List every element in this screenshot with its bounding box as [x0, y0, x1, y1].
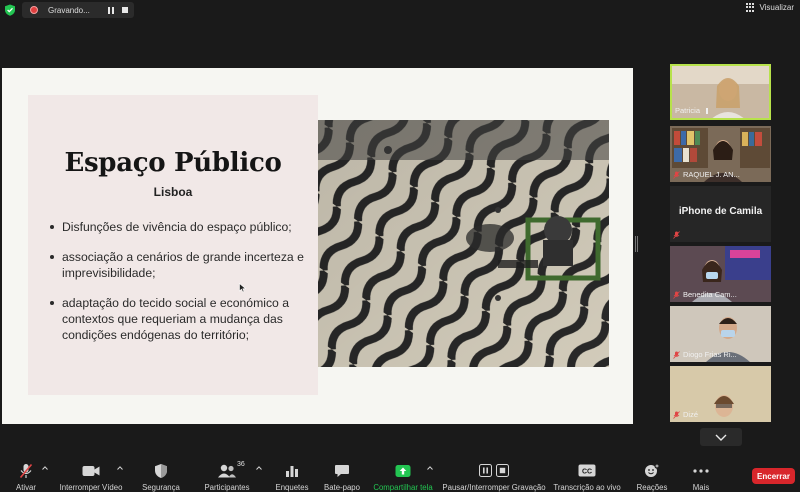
pause-icon [108, 6, 114, 14]
recording-indicator: Gravando... [22, 2, 134, 18]
participant-name: Patricia [675, 106, 711, 115]
participants-icon [218, 464, 236, 477]
mic-muted-icon [673, 290, 680, 299]
stop-icon [496, 464, 509, 477]
top-bar: Gravando... Visualizar [0, 0, 800, 20]
stop-video-button[interactable]: Interromper Vídeo [56, 456, 126, 492]
closed-caption-icon: CC [578, 464, 596, 477]
participant-tile-iphone-camila[interactable]: iPhone de Camila [670, 186, 771, 242]
reactions-button[interactable]: Reações [632, 456, 672, 492]
calcada-pattern-image [318, 120, 609, 367]
slide-title: Espaço Público [64, 148, 282, 178]
share-screen-button[interactable]: Compartilhar tela [370, 456, 436, 492]
mouse-cursor-icon [239, 283, 247, 293]
participant-tile-patricia[interactable]: Patricia [670, 64, 771, 120]
poll-chart-icon [286, 465, 298, 477]
grid-view-icon [746, 3, 755, 12]
mic-muted-icon [673, 170, 680, 179]
reactions-label: Reações [636, 483, 668, 492]
bullet-item: Disfunções de vivência do espaço público… [50, 219, 310, 235]
chevron-up-icon[interactable] [427, 466, 433, 470]
participant-name: Diogo Frias Ri... [673, 350, 737, 359]
smiley-icon [645, 463, 660, 477]
chat-label: Bate-papo [324, 483, 360, 492]
mic-muted-icon [673, 410, 680, 419]
audio-level-icon [706, 107, 709, 114]
participant-tile-diogo[interactable]: Diogo Frias Ri... [670, 306, 771, 362]
slide-photo-calcada [318, 120, 609, 367]
pause-stop-recording-label: Pausar/Interromper Gravação [442, 483, 546, 492]
share-screen-label: Compartilhar tela [373, 483, 433, 492]
end-meeting-button[interactable]: Encerrar [752, 468, 795, 484]
splitter-handle[interactable] [635, 236, 638, 252]
mic-muted-icon [673, 231, 680, 239]
participants-count: 36 [237, 461, 245, 468]
polls-button[interactable]: Enquetes [272, 456, 312, 492]
participants-button[interactable]: Participantes [200, 456, 254, 492]
unmute-button[interactable]: Ativar [10, 456, 42, 492]
more-label: Mais [692, 483, 710, 492]
participant-tile-dize[interactable]: Dizé [670, 366, 771, 422]
shield-icon[interactable] [4, 4, 16, 16]
stop-recording-button[interactable] [118, 4, 132, 16]
bullet-item: adaptação do tecido social e económico a… [50, 295, 310, 343]
recording-dot-icon [30, 6, 38, 14]
participant-tile-benedita[interactable]: Benedita Cam... [670, 246, 771, 302]
more-dots-icon [693, 468, 709, 473]
more-button[interactable]: Mais [684, 456, 718, 492]
cc-text: CC [582, 468, 592, 475]
chevron-up-icon[interactable] [256, 466, 262, 470]
polls-label: Enquetes [275, 483, 309, 492]
pause-stop-recording-button[interactable]: Pausar/Interromper Gravação [440, 456, 548, 492]
video-camera-icon [82, 465, 100, 476]
view-button[interactable]: Visualizar [746, 3, 794, 12]
unmute-label: Ativar [16, 483, 36, 492]
live-transcript-button[interactable]: CC Transcrição ao vivo [552, 456, 622, 492]
mic-muted-icon [673, 350, 680, 359]
stop-video-label: Interromper Vídeo [59, 483, 123, 492]
participant-tile-raquel[interactable]: RAQUEL J. AN... [670, 126, 771, 182]
participants-label: Participantes [204, 483, 250, 492]
slide-text-panel: Espaço Público Lisboa Disfunções de vivê… [28, 95, 318, 395]
slide-bullets: Disfunções de vivência do espaço público… [50, 219, 310, 357]
live-transcript-label: Transcrição ao vivo [553, 483, 621, 492]
chevron-up-icon[interactable] [42, 466, 48, 470]
shared-screen: Espaço Público Lisboa Disfunções de vivê… [2, 68, 633, 424]
bullet-item: associação a cenários de grande incertez… [50, 249, 310, 281]
mic-muted-icon [19, 463, 33, 478]
participant-name: Benedita Cam... [673, 290, 737, 299]
participant-name: RAQUEL J. AN... [673, 170, 740, 179]
participant-status [673, 231, 680, 239]
chat-bubble-icon [335, 464, 349, 477]
view-label: Visualizar [759, 3, 794, 12]
participant-name-large: iPhone de Camila [678, 206, 763, 217]
share-screen-icon [395, 464, 411, 477]
stop-icon [122, 7, 128, 13]
meeting-toolbar: Ativar Interromper Vídeo Segurança Parti… [0, 456, 800, 492]
recording-status: Gravando... [48, 5, 90, 15]
pause-recording-button[interactable] [104, 4, 118, 16]
participant-name: Dizé [673, 410, 698, 419]
slide-subtitle: Lisboa [153, 185, 193, 199]
shield-icon [155, 463, 167, 478]
security-label: Segurança [142, 483, 180, 492]
chevron-down-icon [715, 434, 727, 441]
chevron-up-icon[interactable] [117, 466, 123, 470]
chat-button[interactable]: Bate-papo [320, 456, 364, 492]
scroll-participants-down-button[interactable] [700, 428, 742, 446]
pause-icon [479, 464, 492, 477]
security-button[interactable]: Segurança [138, 456, 184, 492]
